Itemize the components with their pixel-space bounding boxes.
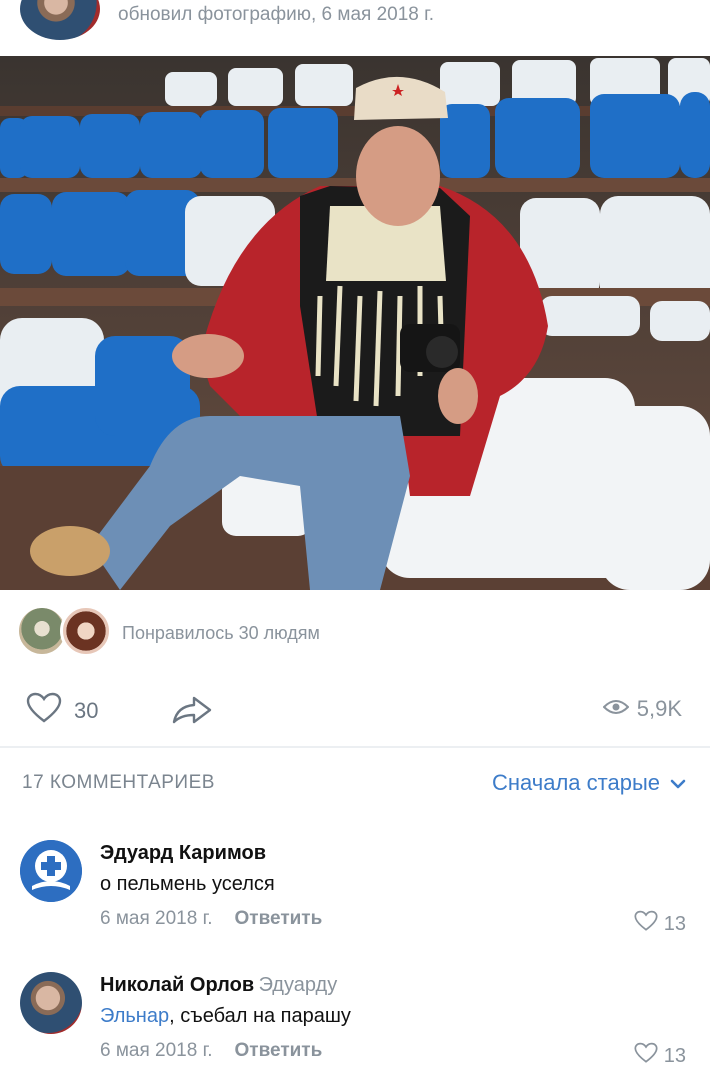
heart-icon [634,1042,658,1070]
liker-avatar[interactable] [60,605,112,657]
comment-body: Эдуард Каримов о пельмень уселся 6 мая 2… [100,842,322,930]
like-count: 30 [74,698,99,723]
comment-item: Николай Орлов Эдуарду Эльнар, съебал на … [0,970,710,1080]
comment-like-button[interactable]: 13 [634,910,686,938]
comment-text: , съебал на парашу [169,1005,351,1027]
comment-meta: 6 мая 2018 г. Ответить [100,1040,351,1062]
share-arrow-icon [170,696,214,730]
views-counter: 5,9K [602,696,682,722]
comment-item: Эдуард Каримов о пельмень уселся 6 мая 2… [0,838,710,948]
eye-icon [602,696,630,722]
views-count: 5,9K [636,696,682,721]
comment-like-count: 13 [663,1044,686,1067]
like-button[interactable]: 30 [26,692,98,730]
stadium-photo-illustration [0,56,710,590]
medical-cross-icon [20,840,82,902]
comment-text: о пельмень уселся [100,873,275,895]
post-photo[interactable] [0,56,710,590]
chevron-down-icon [670,770,686,796]
reply-button[interactable]: Ответить [234,908,322,930]
comment-author[interactable]: Эдуард Каримов [100,842,322,865]
heart-icon [26,692,62,730]
comment-date: 6 мая 2018 г. [100,908,213,929]
commenter-avatar[interactable] [20,840,82,902]
share-button[interactable] [170,694,214,731]
comment-author[interactable]: Николай Орлов [100,974,254,996]
likers-count-text[interactable]: Понравилось 30 людям [122,623,320,644]
comments-count: 17 КОММЕНТАРИЕВ [22,772,215,793]
comment-like-button[interactable]: 13 [634,1042,686,1070]
comment-meta: 6 мая 2018 г. Ответить [100,908,322,930]
heart-icon [634,910,658,938]
mention-link[interactable]: Эльнар [100,1005,169,1027]
commenter-avatar[interactable] [20,972,82,1034]
comment-body: Николай Орлов Эдуарду Эльнар, съебал на … [100,974,351,1062]
sort-label: Сначала старые [491,770,660,795]
comment-date: 6 мая 2018 г. [100,1040,213,1061]
comments-header: 17 КОММЕНТАРИЕВ Сначала старые [0,770,710,800]
sort-dropdown[interactable]: Сначала старые [492,770,686,796]
post-header-text: обновил фотографию, 6 мая 2018 г. [118,4,435,25]
reply-to-label[interactable]: Эдуарду [259,974,338,996]
post-header: обновил фотографию, 6 мая 2018 г. [0,0,710,56]
section-divider [0,746,710,748]
comment-text-line: Эльнар, съебал на парашу [100,1005,351,1028]
author-avatar[interactable] [20,0,100,40]
comment-like-count: 13 [663,912,686,935]
comment-header-line: Николай Орлов Эдуарду [100,974,351,997]
post-actions: 30 5,9K [0,680,710,740]
reply-button[interactable]: Ответить [234,1040,322,1062]
